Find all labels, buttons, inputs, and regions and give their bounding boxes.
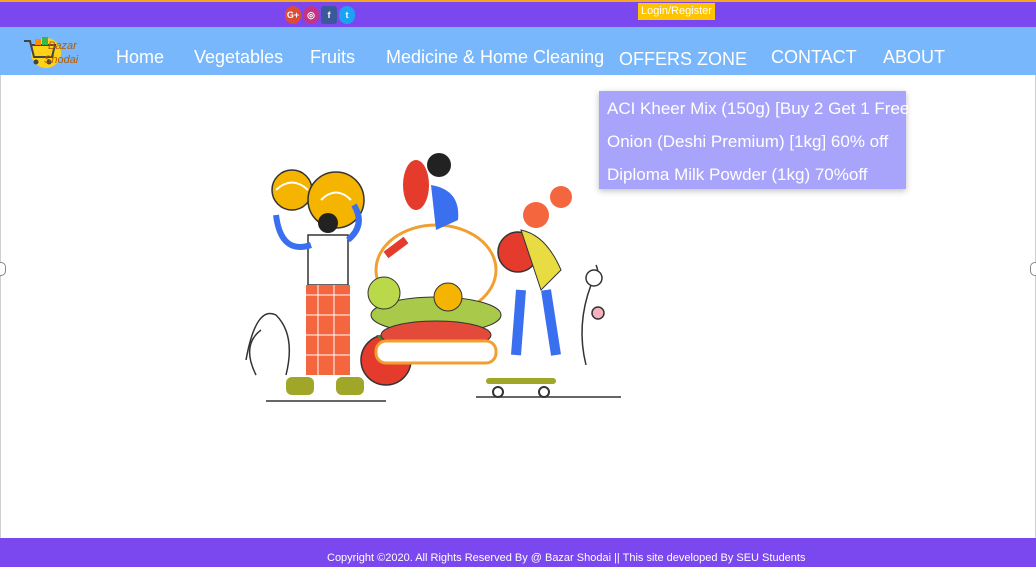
brand-logo[interactable]: Bazar Shodai	[22, 35, 82, 69]
footer: Copyright ©2020. All Rights Reserved By …	[0, 538, 1036, 567]
google-plus-icon[interactable]: G+	[285, 6, 301, 24]
carousel-next-handle[interactable]	[1030, 262, 1036, 276]
login-register-button[interactable]: Login/Register	[638, 3, 715, 20]
nav-contact[interactable]: CONTACT	[771, 47, 857, 68]
brand-line1: Bazar	[48, 40, 78, 52]
footer-copyright: Copyright ©2020. All Rights Reserved By …	[327, 552, 806, 564]
nav-about[interactable]: ABOUT	[883, 47, 945, 68]
top-bar: G+ ◎ f t Login/Register	[0, 0, 1036, 27]
nav-vegetables[interactable]: Vegetables	[194, 47, 283, 68]
nav-fruits[interactable]: Fruits	[310, 47, 355, 68]
brand-line2: Shodai	[44, 54, 79, 66]
cart-logo-icon: Bazar Shodai	[24, 37, 79, 68]
instagram-icon[interactable]: ◎	[303, 6, 319, 24]
nav-offers-zone[interactable]: OFFERS ZONE	[619, 49, 747, 70]
nav-home[interactable]: Home	[116, 47, 164, 68]
offer-item-kheer-mix[interactable]: ACI Kheer Mix (150g) [Buy 2 Get 1 Free]	[607, 99, 914, 119]
offers-dropdown-menu: ACI Kheer Mix (150g) [Buy 2 Get 1 Free] …	[599, 91, 914, 189]
facebook-icon[interactable]: f	[321, 6, 337, 24]
nav-medicine-home-cleaning[interactable]: Medicine & Home Cleaning	[386, 47, 604, 68]
hero-grocery-illustration	[245, 153, 621, 402]
offer-item-onion[interactable]: Onion (Deshi Premium) [1kg] 60% off	[607, 132, 888, 152]
offer-item-milk-powder[interactable]: Diploma Milk Powder (1kg) 70%off	[607, 165, 867, 185]
twitter-icon[interactable]: t	[339, 6, 355, 24]
